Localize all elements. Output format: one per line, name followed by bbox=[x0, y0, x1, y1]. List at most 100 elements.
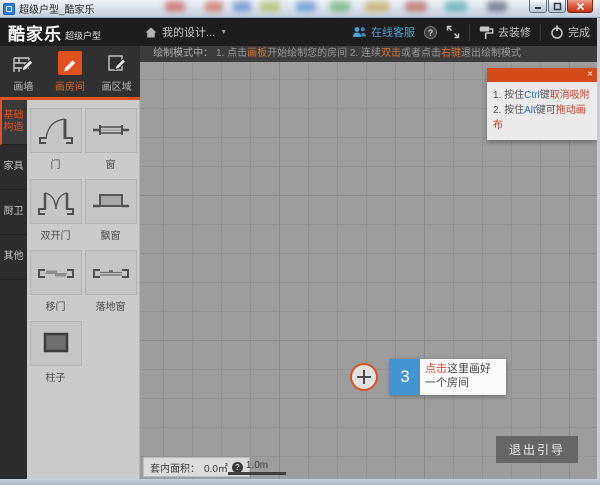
desktop-blur-blob bbox=[165, 1, 185, 12]
finish-label: 完成 bbox=[568, 24, 590, 40]
item-double-door[interactable]: 双开门 bbox=[30, 179, 82, 250]
chevron-down-icon: ▼ bbox=[220, 29, 227, 36]
draw-area-icon bbox=[105, 51, 129, 75]
tool-draw-room[interactable]: 画房间 bbox=[47, 46, 94, 97]
app-icon bbox=[3, 3, 15, 15]
tab-label: 家具 bbox=[4, 161, 24, 173]
tab-label: 厨卫 bbox=[4, 206, 24, 218]
minimize-icon bbox=[534, 2, 542, 10]
desktop-blur-blob bbox=[233, 1, 251, 12]
draw-toolbar: 画墙 画房间 画区域 bbox=[0, 46, 140, 100]
close-icon[interactable]: × bbox=[587, 68, 593, 82]
mode-title: 绘制模式中： bbox=[153, 48, 213, 59]
item-label: 落地窗 bbox=[96, 298, 126, 313]
item-label: 飘窗 bbox=[101, 227, 121, 242]
finish-button[interactable]: 完成 bbox=[550, 24, 590, 40]
mode-text: 1. 点击 bbox=[216, 48, 247, 59]
guide-step-number: 3 bbox=[390, 359, 420, 395]
snap-hint-tooltip: × 1. 按住Ctrl键取消吸附 2. 按住Alt键可拖动画布 bbox=[487, 68, 597, 140]
pillar-icon bbox=[30, 321, 82, 366]
scale-indicator: 1.0m bbox=[228, 460, 286, 475]
mode-text: 开始绘制您的房间 2. 连续 bbox=[267, 48, 381, 59]
exit-guide-button[interactable]: 退出引导 bbox=[496, 436, 578, 463]
tab-kitchen-bath[interactable]: 厨卫 bbox=[0, 190, 27, 235]
online-support-label: 在线客服 bbox=[371, 24, 415, 40]
desktop-blur-blob bbox=[445, 1, 467, 12]
draw-mode-bar: 绘制模式中： 1. 点击画板开始绘制您的房间 2. 连续双击或者点击右键退出绘制… bbox=[140, 46, 597, 62]
desktop-blur-blob bbox=[205, 1, 223, 12]
tool-label: 画区域 bbox=[102, 78, 132, 93]
scale-label: 1.0m bbox=[228, 460, 286, 471]
header-divider bbox=[540, 24, 541, 41]
door-icon bbox=[30, 108, 82, 153]
item-window[interactable]: 窗 bbox=[85, 108, 137, 179]
desktop-blur-blob bbox=[405, 1, 427, 12]
tab-label: 其他 bbox=[4, 251, 24, 263]
home-icon bbox=[145, 27, 157, 38]
desktop-blur-blob bbox=[296, 1, 316, 12]
draw-wall-icon bbox=[11, 51, 35, 75]
tab-furniture[interactable]: 家具 bbox=[0, 145, 27, 190]
window-icon bbox=[85, 108, 137, 153]
mode-keyword: 双击 bbox=[381, 48, 401, 59]
snap-hint-line: 1. 按住Ctrl键取消吸附 bbox=[493, 88, 591, 103]
floor-window-icon bbox=[85, 250, 137, 295]
window-title: 超级户型_酷家乐 bbox=[19, 1, 95, 16]
bay-window-icon bbox=[85, 179, 137, 224]
mode-text: 退出绘制模式 bbox=[461, 48, 521, 59]
category-sidebar: 基础构造 家具 厨卫 其他 bbox=[0, 100, 27, 479]
item-floor-window[interactable]: 落地窗 bbox=[85, 250, 137, 321]
paint-roller-icon bbox=[479, 25, 494, 40]
item-sliding-door[interactable]: 移门 bbox=[30, 250, 82, 321]
tool-label: 画房间 bbox=[55, 78, 85, 93]
close-button[interactable] bbox=[567, 0, 593, 13]
item-pillar[interactable]: 柱子 bbox=[30, 321, 82, 392]
online-support-button[interactable]: 在线客服 bbox=[352, 24, 415, 40]
brand-sub-title: 超级户型 bbox=[65, 29, 101, 42]
maximize-icon bbox=[553, 2, 562, 11]
item-bay-window[interactable]: 飘窗 bbox=[85, 179, 137, 250]
window-titlebar[interactable]: 超级户型_酷家乐 bbox=[0, 0, 600, 18]
mode-keyword: 画板 bbox=[247, 48, 267, 59]
draw-cursor-plus[interactable] bbox=[350, 363, 378, 391]
my-design-menu[interactable]: 我的设计... ▼ bbox=[145, 24, 227, 40]
tab-basic-structure[interactable]: 基础构造 bbox=[0, 100, 27, 145]
snap-hint-line: 2. 按住Alt键可拖动画布 bbox=[493, 103, 591, 133]
desktop-blur-blob bbox=[365, 1, 389, 12]
tool-draw-wall[interactable]: 画墙 bbox=[0, 46, 47, 97]
area-value: 0.0㎡ bbox=[204, 460, 228, 475]
area-label: 套内面积： bbox=[150, 460, 200, 475]
app-window: 超级户型_酷家乐 酷家乐 超级户型 我的设计... ▼ bbox=[0, 0, 600, 485]
fullscreen-icon[interactable] bbox=[446, 25, 460, 39]
tool-draw-area[interactable]: 画区域 bbox=[93, 46, 140, 97]
window-frame-bottom bbox=[0, 479, 600, 485]
mode-keyword: 右键 bbox=[441, 48, 461, 59]
item-door[interactable]: 门 bbox=[30, 108, 82, 179]
minimize-button[interactable] bbox=[529, 0, 547, 13]
brand-logo: 酷家乐 bbox=[8, 20, 62, 45]
item-label: 双开门 bbox=[41, 227, 71, 242]
my-design-label: 我的设计... bbox=[162, 24, 215, 40]
power-icon bbox=[550, 25, 564, 39]
desktop-blur-blob bbox=[330, 1, 350, 12]
maximize-button[interactable] bbox=[548, 0, 566, 13]
decorate-label: 去装修 bbox=[498, 24, 531, 40]
tool-label: 画墙 bbox=[13, 78, 33, 93]
help-icon[interactable]: ? bbox=[424, 26, 437, 39]
decorate-button[interactable]: 去装修 bbox=[479, 24, 531, 40]
items-panel: 门 窗 bbox=[27, 100, 140, 479]
guide-step-tooltip: 3 点击这里画好一个房间 bbox=[390, 359, 506, 395]
item-label: 门 bbox=[51, 156, 61, 171]
draw-room-icon bbox=[58, 51, 82, 75]
guide-step-text: 点击这里画好一个房间 bbox=[420, 359, 506, 395]
header-divider bbox=[469, 24, 470, 41]
item-label: 移门 bbox=[46, 298, 66, 313]
scale-bar bbox=[228, 472, 286, 475]
item-label: 窗 bbox=[106, 156, 116, 171]
item-label: 柱子 bbox=[46, 369, 66, 384]
drawing-canvas[interactable]: 绘制模式中： 1. 点击画板开始绘制您的房间 2. 连续双击或者点击右键退出绘制… bbox=[140, 46, 597, 479]
tab-other[interactable]: 其他 bbox=[0, 235, 27, 280]
tab-label: 基础构造 bbox=[3, 110, 24, 134]
desktop-blur-blob bbox=[487, 1, 507, 12]
people-icon bbox=[352, 26, 367, 38]
